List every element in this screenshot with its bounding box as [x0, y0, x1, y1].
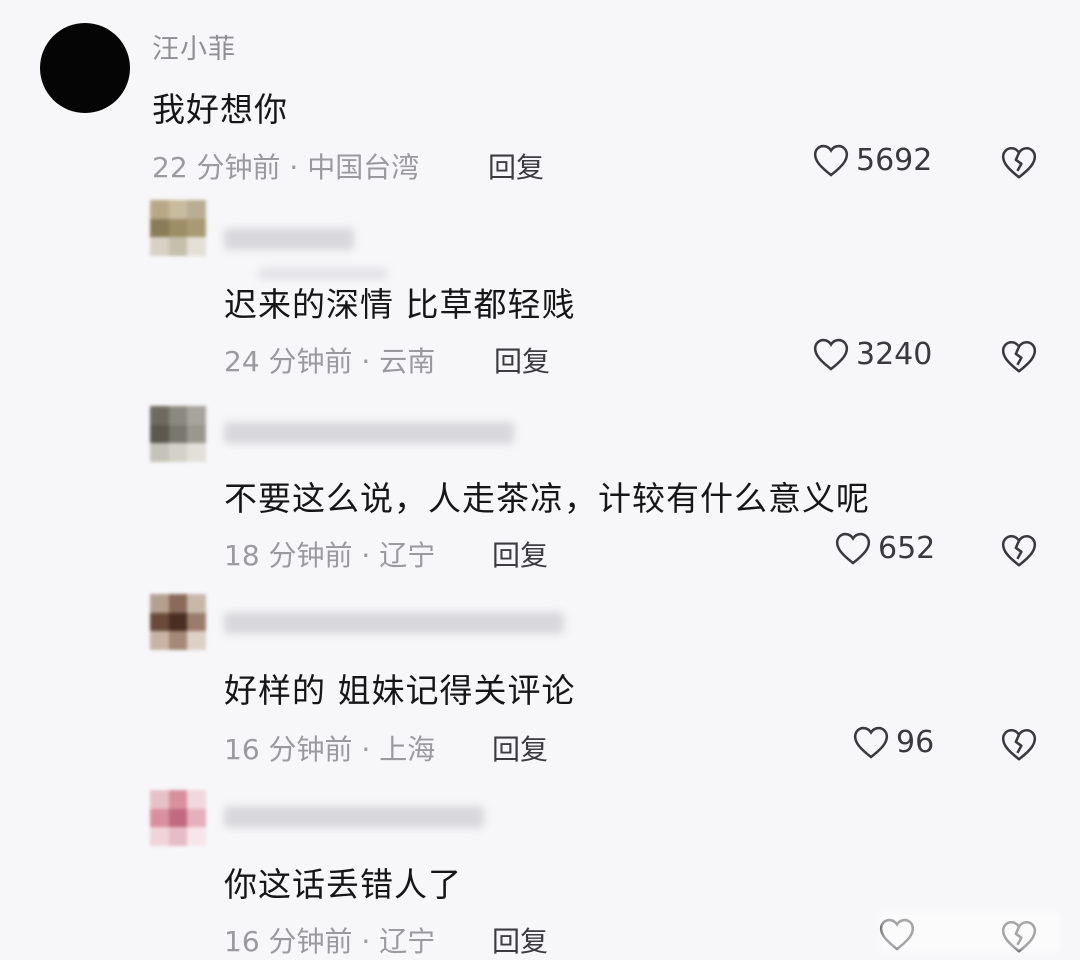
heart-outline-icon — [813, 144, 849, 177]
reply-button[interactable]: 回复 — [488, 146, 544, 186]
comment-text: 好样的 姐妹记得关评论 — [224, 671, 576, 710]
broken-heart-icon[interactable] — [1000, 338, 1038, 376]
broken-heart-icon[interactable] — [1000, 144, 1038, 182]
reply-button[interactable]: 回复 — [492, 534, 548, 574]
username-blurred — [224, 422, 514, 444]
comment-meta: 16 分钟前 · 辽宁 — [224, 925, 436, 958]
reply-button[interactable]: 回复 — [492, 728, 548, 768]
like-button[interactable]: 96 — [852, 724, 934, 760]
reply-button[interactable]: 回复 — [494, 340, 550, 380]
broken-heart-icon[interactable] — [1000, 532, 1038, 570]
like-count: 5692 — [856, 142, 933, 178]
avatar[interactable] — [150, 594, 206, 650]
username-blurred — [224, 612, 564, 634]
watermark-overlay — [880, 912, 1060, 952]
comment-text: 不要这么说，人走茶凉，计较有什么意义呢 — [224, 479, 870, 518]
like-button[interactable]: 652 — [834, 530, 935, 566]
like-button[interactable]: 5692 — [812, 142, 932, 178]
comment-meta: 22 分钟前 · 中国台湾 — [152, 151, 420, 184]
broken-heart-icon[interactable] — [1000, 726, 1038, 764]
comment-text: 迟来的深情 比草都轻贱 — [224, 285, 576, 324]
comment-meta: 18 分钟前 · 辽宁 — [224, 539, 436, 572]
comment-meta: 24 分钟前 · 云南 — [224, 345, 436, 378]
comment-text: 你这话丢错人了 — [224, 865, 462, 904]
avatar[interactable] — [150, 200, 206, 256]
username[interactable]: 汪小菲 — [152, 27, 236, 66]
avatar[interactable] — [40, 23, 130, 113]
comment-meta: 16 分钟前 · 上海 — [224, 733, 436, 766]
heart-outline-icon — [813, 338, 849, 371]
heart-outline-icon — [853, 726, 889, 759]
avatar[interactable] — [150, 406, 206, 462]
reply-button[interactable]: 回复 — [492, 920, 548, 960]
username-blurred — [224, 228, 354, 250]
like-count: 3240 — [856, 336, 933, 372]
like-button[interactable]: 3240 — [812, 336, 932, 372]
heart-outline-icon — [835, 532, 871, 565]
avatar[interactable] — [150, 790, 206, 846]
like-count: 652 — [878, 530, 936, 566]
comment-text: 我好想你 — [152, 90, 288, 129]
like-count: 96 — [896, 724, 935, 760]
username-blurred — [224, 806, 484, 828]
